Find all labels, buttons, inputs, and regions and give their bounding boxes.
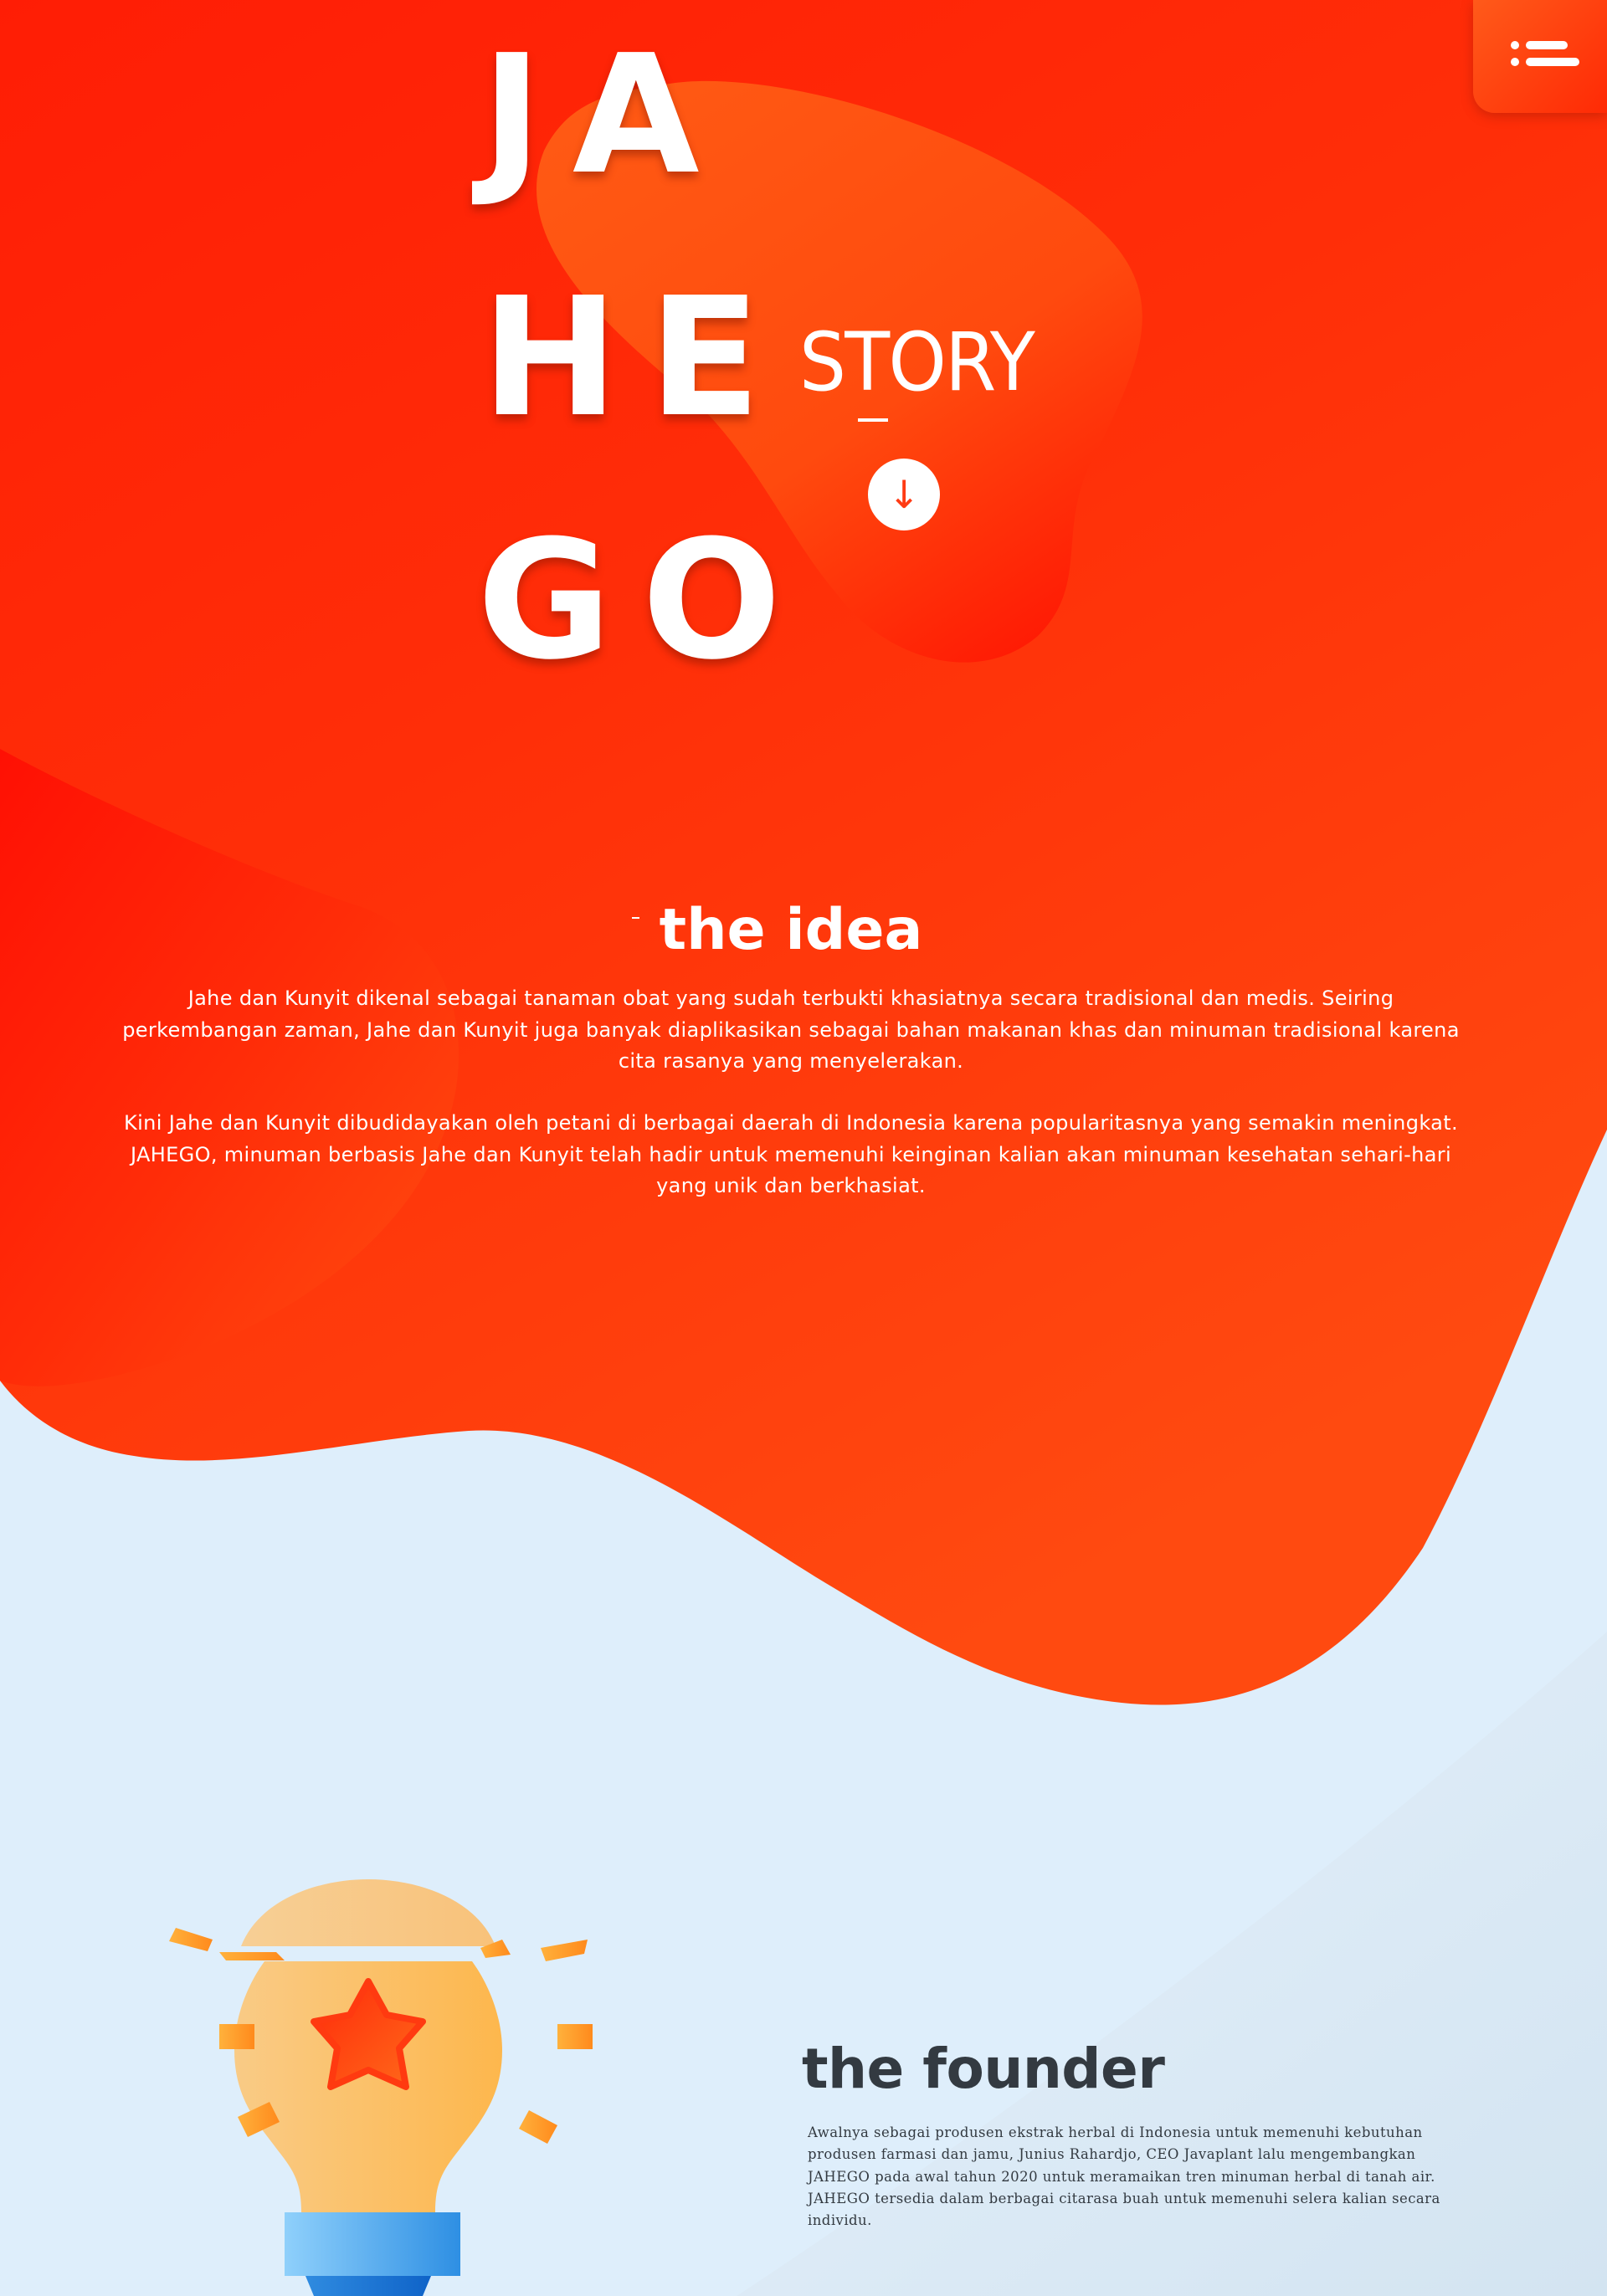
page: JA HE GO STORY ↓ the idea Jahe dan Kunyi… xyxy=(0,0,1607,2296)
bulb-base xyxy=(285,2212,460,2276)
founder-title: the founder xyxy=(802,2037,1165,2101)
brand-letters-row-3: GO xyxy=(477,505,812,696)
menu-dot-top xyxy=(1511,41,1519,49)
scroll-down-button[interactable]: ↓ xyxy=(868,459,940,530)
bulb-base-bottom xyxy=(305,2276,431,2296)
menu-button[interactable] xyxy=(1473,0,1607,113)
menu-bar-top xyxy=(1526,41,1568,49)
bulb-ray-6 xyxy=(557,2024,593,2049)
brand-letters-row-2: HE xyxy=(481,263,791,454)
bulb-ray-1 xyxy=(169,1928,213,1951)
bulb-ray-5 xyxy=(219,2024,254,2049)
story-underline xyxy=(858,418,888,422)
founder-paragraph: Awalnya sebagai produsen ekstrak herbal … xyxy=(808,2124,1440,2229)
idea-title: the idea xyxy=(659,897,923,963)
brand-letters-row-1: JA xyxy=(481,20,730,211)
bulb-ray-2 xyxy=(219,1952,285,1960)
idea-paragraph-2: Kini Jahe dan Kunyit dibudidayakan oleh … xyxy=(124,1111,1458,1197)
bulb-top xyxy=(241,1879,495,1946)
lightbulb-star-icon xyxy=(169,1879,593,2296)
bulb-ray-3 xyxy=(541,1940,588,1961)
bulb-ray-8 xyxy=(519,2110,557,2144)
menu-bar-bottom xyxy=(1526,58,1579,66)
story-subtitle: STORY xyxy=(799,315,1035,409)
menu-dot-bottom xyxy=(1511,58,1519,66)
arrow-down-icon: ↓ xyxy=(887,472,921,517)
idea-paragraph-1: Jahe dan Kunyit dikenal sebagai tanaman … xyxy=(122,987,1460,1073)
